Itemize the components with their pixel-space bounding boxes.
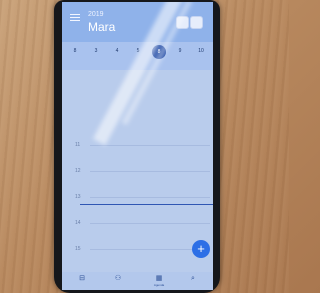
hour-label: 12 [75, 168, 81, 174]
week-day[interactable]: 4 [108, 42, 126, 70]
week-day-number: 4 [115, 48, 119, 54]
search-icon: ⌕ [191, 275, 195, 282]
hour-grid-line [90, 223, 210, 224]
week-day-number: 10 [198, 48, 204, 54]
current-time-indicator [80, 204, 213, 205]
hour-grid-line [90, 197, 210, 198]
nav-item-people[interactable]: ⚇ [108, 275, 128, 283]
hour-grid-line [90, 171, 210, 172]
nav-item-label: Agenda [153, 283, 165, 287]
people-icon: ⚇ [114, 275, 122, 282]
week-day-number: 9 [178, 48, 182, 54]
phone-screen: 2019 Mara 8 3 4 5 8 9 10 11 12 13 14 15 … [62, 2, 213, 290]
photo-scene: 2019 Mara 8 3 4 5 8 9 10 11 12 13 14 15 … [0, 0, 289, 293]
menu-icon[interactable] [70, 14, 80, 22]
inbox-icon: ⊟ [79, 275, 85, 282]
week-day-number: 8 [73, 48, 77, 54]
view-switch-button[interactable] [190, 16, 203, 29]
nav-item-search[interactable]: ⌕ [183, 275, 203, 283]
nav-item-agenda[interactable]: ▦ Agenda [149, 275, 169, 287]
hour-grid-line [90, 145, 210, 146]
header-year: 2019 [88, 11, 104, 18]
week-day-number: 3 [94, 48, 98, 54]
week-day[interactable]: 9 [171, 42, 189, 70]
hour-label: 14 [75, 220, 81, 226]
hour-label: 11 [75, 142, 81, 148]
hour-label: 13 [75, 194, 81, 200]
add-event-button[interactable]: + [192, 240, 210, 258]
calendar-app-header: 2019 Mara [62, 2, 213, 42]
bottom-navigation: ⊟ ⚇ ▦ Agenda ⌕ [62, 272, 213, 290]
calendar-icon: ▦ [155, 275, 163, 282]
hour-label: 15 [75, 246, 81, 252]
week-day[interactable]: 8 [66, 42, 84, 70]
week-day[interactable]: 3 [87, 42, 105, 70]
week-day[interactable]: 10 [192, 42, 210, 70]
header-month[interactable]: Mara [88, 20, 115, 34]
nav-item-inbox[interactable]: ⊟ [72, 275, 92, 283]
